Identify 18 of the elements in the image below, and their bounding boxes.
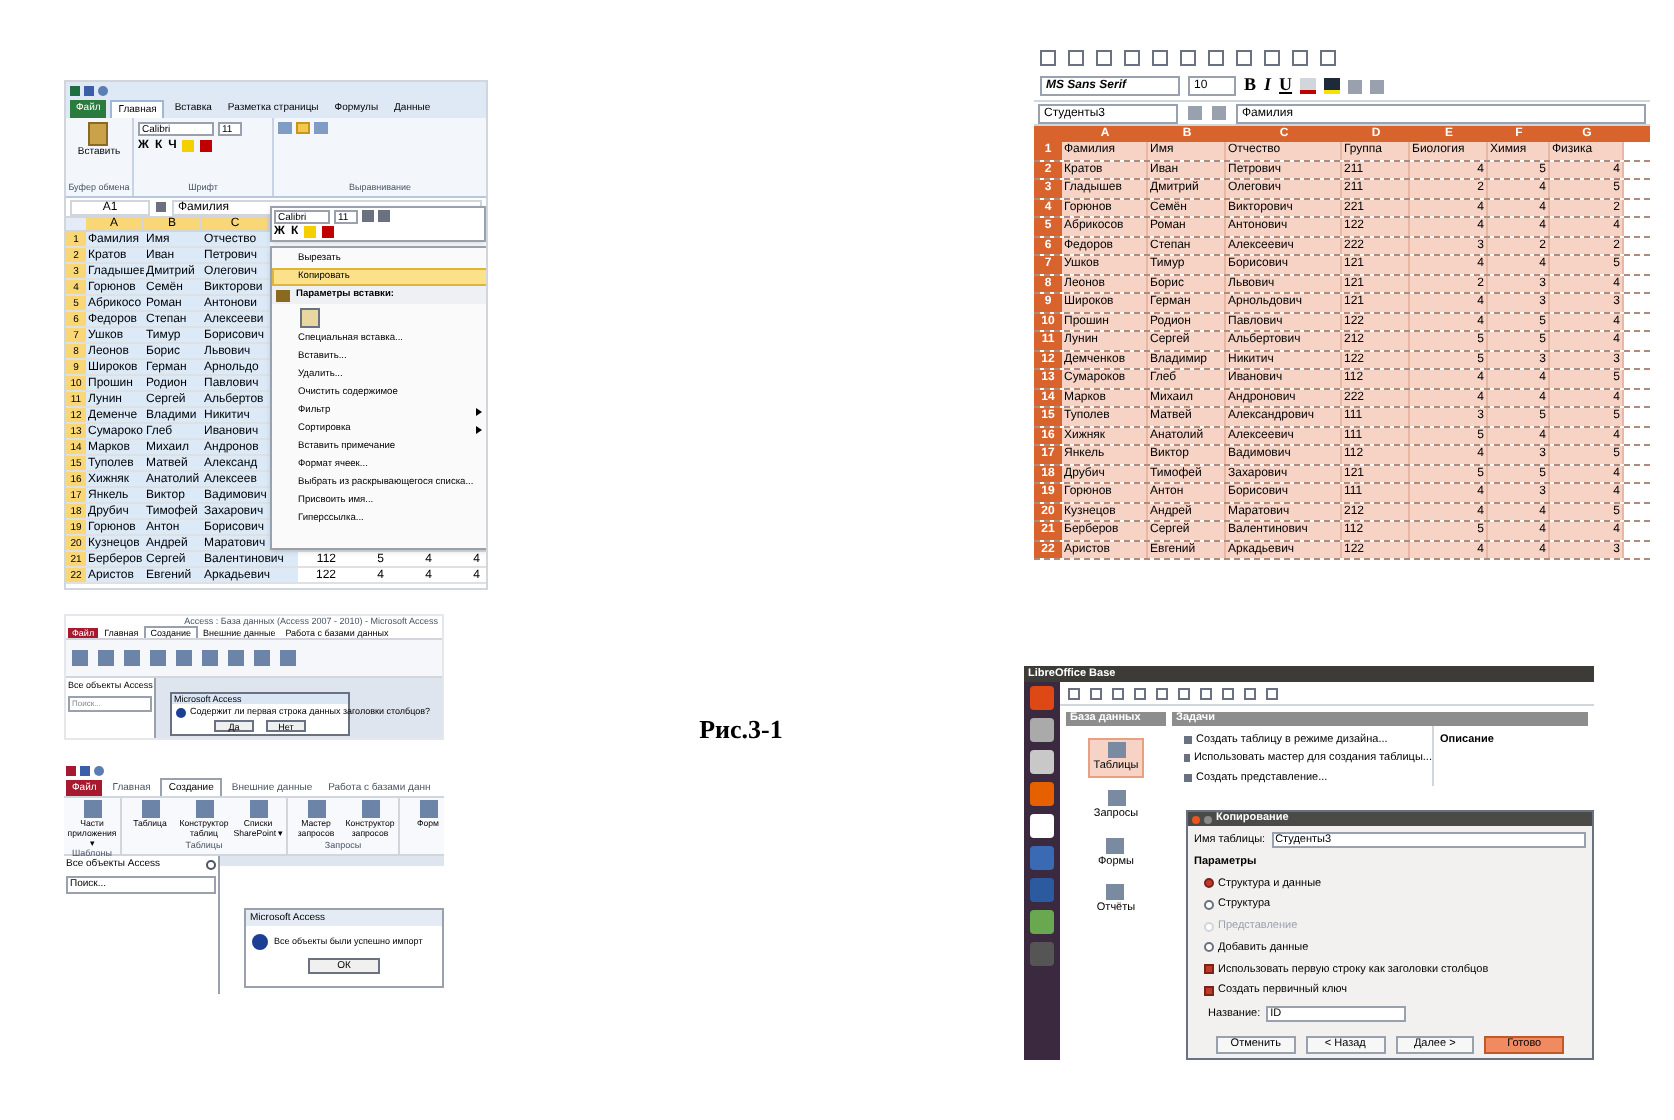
highlight-icon[interactable] — [1324, 78, 1341, 94]
close-icon[interactable] — [1192, 815, 1200, 823]
submenu-arrow-icon — [476, 425, 482, 433]
submenu-arrow-icon — [476, 407, 482, 415]
radio-button[interactable] — [1204, 878, 1214, 889]
checkbox[interactable] — [1204, 985, 1214, 996]
info-icon — [252, 934, 268, 950]
minimize-icon[interactable] — [1204, 815, 1212, 823]
format-button[interactable]: U — [1279, 72, 1293, 100]
launcher-icon[interactable] — [1030, 814, 1054, 838]
radio-button[interactable] — [1204, 899, 1214, 910]
format-button[interactable]: B — [1244, 72, 1257, 100]
figure-caption: Рис.3-1 — [699, 712, 783, 748]
format-button[interactable]: I — [1264, 72, 1272, 100]
launcher-icon[interactable] — [1030, 750, 1054, 774]
radio-button[interactable] — [1204, 942, 1214, 953]
info-icon — [176, 707, 186, 717]
checkbox[interactable] — [1204, 964, 1214, 975]
